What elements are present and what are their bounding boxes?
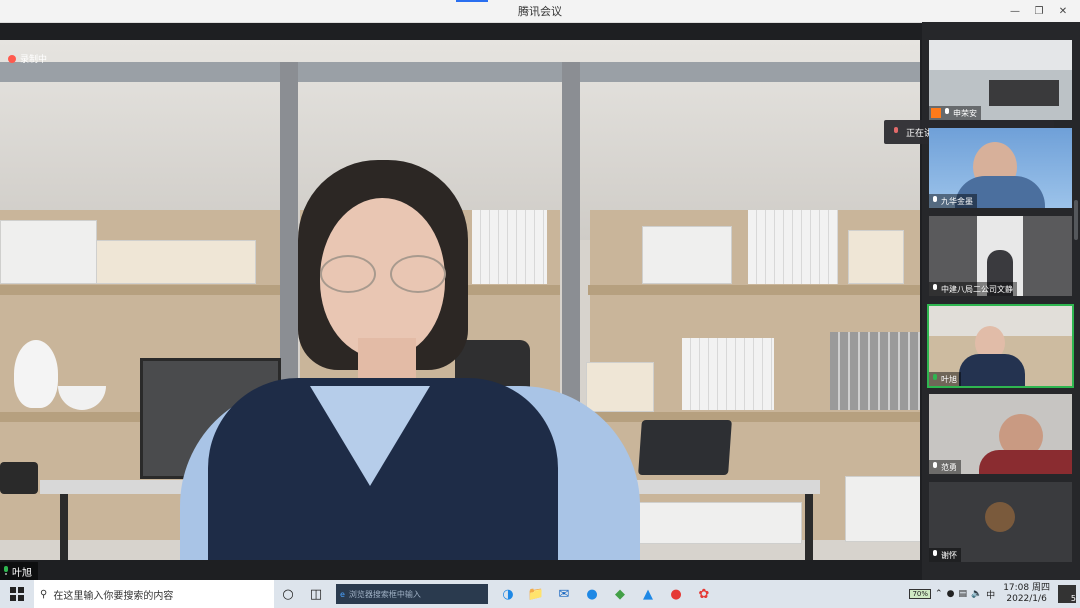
participant-label: 中建八局二公司文静: [929, 282, 1017, 296]
app-icon[interactable]: ●: [578, 580, 606, 608]
participant-name: 九华金墨: [941, 196, 973, 206]
participant-label: 申荣安: [929, 106, 981, 120]
participant-name: 谢怀: [941, 550, 957, 560]
mic-icon: [945, 108, 949, 114]
participant-label: 谢怀: [929, 548, 961, 562]
minimize-button[interactable]: —: [1006, 2, 1024, 20]
participant-tile[interactable]: 九华金墨: [929, 128, 1072, 208]
books: [830, 332, 920, 410]
edge-icon[interactable]: ◑: [494, 580, 522, 608]
start-button[interactable]: [0, 580, 34, 608]
taskbar: ⚲ 在这里输入你要搜索的内容 ○ ◫ e 浏览器搜索框中输入 ◑ 📁 ✉ ● ◆…: [0, 580, 1080, 608]
participant-tile[interactable]: 申荣安: [929, 40, 1072, 120]
volume-icon[interactable]: 🔈: [971, 589, 982, 599]
input-method-icon[interactable]: 中: [986, 588, 995, 601]
mic-icon: [4, 566, 8, 575]
title-accent: [456, 0, 488, 2]
storage-box: [848, 230, 904, 284]
mic-icon: [933, 284, 937, 290]
clock-date: 2022/1/6: [1006, 594, 1047, 604]
main-speaker-tag: 叶旭: [0, 562, 38, 580]
browser-search-placeholder: 浏览器搜索框中输入: [348, 589, 421, 599]
participant-name: 中建八局二公司文静: [941, 284, 1013, 294]
vase: [14, 340, 58, 408]
battery-indicator[interactable]: 70%: [909, 589, 932, 599]
participant-label: 叶旭: [929, 372, 961, 386]
mic-icon: [933, 196, 937, 202]
maximize-button[interactable]: ❐: [1030, 2, 1048, 20]
app-icon[interactable]: ◆: [606, 580, 634, 608]
ie-icon: e: [340, 589, 345, 599]
main-video[interactable]: [0, 40, 920, 560]
recording-label: 录制中: [20, 55, 48, 65]
storage-box: [642, 226, 732, 284]
main-speaker-name: 叶旭: [12, 567, 32, 579]
title-bar: 腾讯会议 — ❐ ✕: [0, 0, 1080, 23]
avatar: [985, 502, 1015, 532]
app-icon[interactable]: ●: [662, 580, 690, 608]
panel-scrollbar[interactable]: [1074, 200, 1078, 240]
app-icon[interactable]: ✿: [690, 580, 718, 608]
chevron-up-icon[interactable]: ⌃: [935, 589, 943, 599]
desk-leg: [60, 494, 68, 560]
task-view-icon[interactable]: ◫: [302, 580, 330, 608]
video-frame: [0, 62, 920, 82]
mic-icon: [933, 374, 937, 380]
storage-box: [845, 476, 920, 542]
storage-box: [0, 220, 97, 284]
recording-indicator: 录制中: [8, 52, 47, 65]
network-icon[interactable]: ▤: [958, 589, 967, 599]
folder-icon[interactable]: 📁: [522, 580, 550, 608]
mic-icon: [933, 550, 937, 556]
mic-icon: [894, 127, 898, 133]
browser-search-box[interactable]: e 浏览器搜索框中输入: [336, 584, 488, 604]
taskbar-search-placeholder: 在这里输入你要搜索的内容: [53, 590, 174, 602]
desk-leg: [805, 494, 813, 560]
window-controls: — ❐ ✕: [1006, 2, 1072, 20]
windows-icon: [10, 587, 24, 601]
books: [682, 338, 774, 410]
cortana-icon[interactable]: ○: [274, 580, 302, 608]
books: [748, 210, 838, 284]
participant-label: 九华金墨: [929, 194, 977, 208]
mic-icon: [933, 462, 937, 468]
window-title: 腾讯会议: [518, 5, 562, 18]
mic-tray-icon[interactable]: ●: [947, 589, 955, 599]
host-icon: [931, 108, 941, 118]
close-button[interactable]: ✕: [1054, 2, 1072, 20]
notification-count: 5: [1070, 594, 1076, 603]
taskbar-search[interactable]: ⚲ 在这里输入你要搜索的内容: [34, 580, 274, 608]
tencent-meeting-icon[interactable]: ▲: [634, 580, 662, 608]
participant-name: 申荣安: [953, 108, 977, 118]
notification-center-icon[interactable]: 5: [1058, 585, 1076, 603]
participant-label: 范勇: [929, 460, 961, 474]
clock-time: 17:08 周四: [1003, 583, 1050, 593]
mail-icon[interactable]: ✉: [550, 580, 578, 608]
record-dot-icon: [8, 54, 16, 63]
participant-name: 叶旭: [941, 374, 957, 384]
participant-tile[interactable]: 范勇: [929, 394, 1072, 474]
tablet: [638, 420, 732, 475]
glasses: [320, 255, 448, 293]
camera-object: [0, 462, 38, 494]
participant-name: 范勇: [941, 462, 957, 472]
participant-tile-active[interactable]: 叶旭: [927, 304, 1074, 388]
participant-tile[interactable]: 谢怀: [929, 482, 1072, 562]
clock[interactable]: 17:08 周四 2022/1/6: [1003, 583, 1050, 605]
speaker-person: [180, 160, 640, 560]
search-icon: ⚲: [40, 588, 48, 600]
participant-tile[interactable]: 中建八局二公司文静: [929, 216, 1072, 296]
system-tray: 70% ⌃ ● ▤ 🔈 中 17:08 周四 2022/1/6 5: [909, 583, 1080, 605]
